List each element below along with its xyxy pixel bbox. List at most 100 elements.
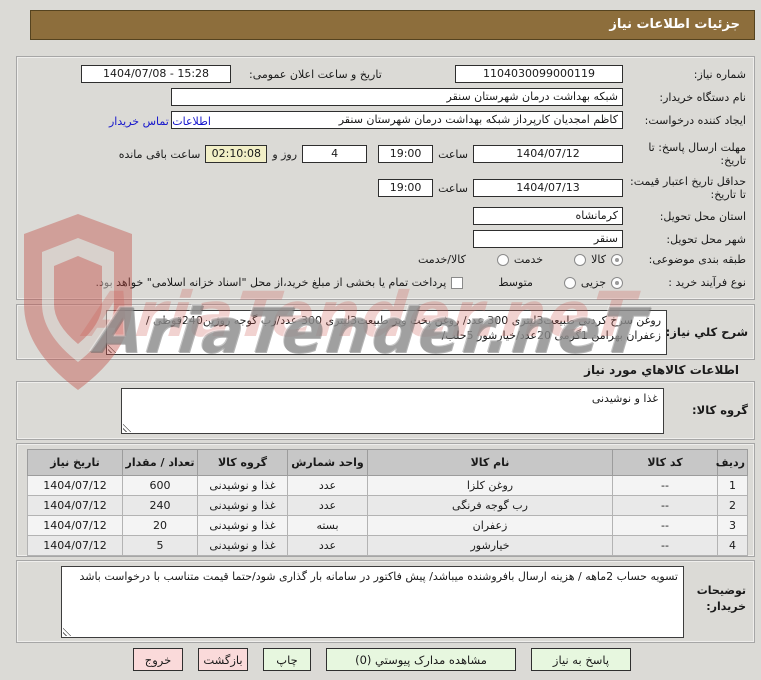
validity-row: حداقل تاریخ اعتبار قیمت: تا تاریخ: 1404/… — [25, 171, 746, 205]
respond-button[interactable]: پاسخ به نیاز — [531, 648, 631, 671]
classification-row: طبقه بندی موضوعی: کالا خدمت کالا/خدمت — [25, 253, 746, 266]
table-cell: 1404/07/12 — [27, 535, 123, 556]
creator-field[interactable]: کاظم امجدیان کارپرداز شبکه بهداشت درمان … — [171, 111, 623, 129]
validity-date-field[interactable]: 1404/07/13 — [473, 179, 623, 197]
description-label: شرح کلي نیاز: — [665, 325, 748, 339]
goods-group-text: غذا و نوشیدنی — [591, 392, 658, 405]
items-section-heading: اطلاعات کالاهاي مورد نیاز — [584, 363, 739, 377]
deadline-label: مهلت ارسال پاسخ: تا تاریخ: — [648, 141, 746, 167]
table-cell: زعفران — [367, 515, 613, 536]
radio-goods-label: کالا — [591, 253, 606, 266]
province-label: استان محل تحویل: — [659, 209, 746, 223]
buyer-notes-label: توضیحات خریدار: — [696, 584, 746, 613]
deadline-hour-label: ساعت — [438, 147, 468, 161]
treasury-docs-checkbox[interactable] — [451, 276, 464, 289]
validity-hour-field[interactable]: 19:00 — [378, 179, 434, 197]
radio-goods-service[interactable] — [496, 253, 509, 266]
table-cell: 5 — [122, 535, 198, 556]
buyer-notes-panel: توضیحات خریدار: تسویه حساب 2ماهه / هزینه… — [16, 560, 755, 643]
table-header-cell: نام کالا — [367, 449, 613, 476]
table-cell: -- — [612, 495, 718, 516]
table-cell: -- — [612, 535, 718, 556]
description-panel: شرح کلي نیاز: روغن سرخ کردنی طبیعت3لیتری… — [16, 304, 755, 360]
deadline-row: مهلت ارسال پاسخ: تا تاریخ: 1404/07/12 سا… — [25, 137, 746, 171]
deadline-hour-field[interactable]: 19:00 — [378, 145, 434, 163]
resize-grip-icon[interactable] — [108, 344, 117, 353]
description-textarea[interactable]: روغن سرخ کردنی طبیعت3لیتری 300 عدد/ روغن… — [106, 310, 667, 355]
table-cell: 3 — [717, 515, 748, 536]
buyer-org-row: نام دستگاه خریدار: شبکه بهداشت درمان شهر… — [25, 88, 746, 106]
view-attachments-button[interactable]: مشاهده مدارک پیوستي (0) — [326, 648, 516, 671]
announce-datetime-field: 1404/07/08 - 15:28 — [81, 65, 231, 83]
table-cell: عدد — [287, 495, 368, 516]
table-header-cell: ردیف — [716, 449, 748, 476]
creator-label: ایجاد کننده درخواست: — [644, 113, 746, 127]
city-field[interactable]: سنقر — [473, 230, 623, 248]
table-cell: 1404/07/12 — [27, 475, 123, 496]
city-row: شهر محل تحویل: سنقر — [25, 230, 746, 248]
buyer-contact-link[interactable]: اطلاعات تماس خریدار — [109, 115, 211, 128]
print-button[interactable]: چاپ — [263, 648, 311, 671]
items-table: ردیف کد کالا نام کالا واحد شمارش گروه کالا تع… — [27, 449, 748, 556]
radio-medium[interactable] — [563, 276, 576, 289]
province-row: استان محل تحویل: کرمانشاه — [25, 207, 746, 225]
radio-service-label: خدمت — [513, 253, 544, 266]
table-cell: غذا و نوشیدنی — [197, 475, 288, 496]
announce-group: تاریخ و ساعت اعلان عمومی: 1404/07/08 - 1… — [81, 65, 382, 83]
page: جزئیات اطلاعات نیاز شماره نیاز: 11040300… — [0, 0, 761, 680]
table-header-cell: تاریخ نیاز — [27, 449, 123, 476]
buyer-org-label: نام دستگاه خریدار: — [659, 90, 746, 104]
buyer-notes-textarea[interactable]: تسویه حساب 2ماهه / هزینه ارسال بافروشنده… — [61, 566, 684, 638]
table-header-cell: گروه کالا — [197, 449, 288, 476]
validity-hour-label: ساعت — [438, 181, 468, 195]
table-body: 1 -- روغن کلزا عدد غذا و نوشیدنی 600 1404/07/1… — [27, 475, 748, 556]
table-row: 4 -- خیارشور عدد غذا و نوشیدنی 5 1404/07/12 — [27, 535, 748, 556]
goods-group-label: گروه کالا: — [692, 403, 748, 417]
need-number-field[interactable]: 1104030099000119 — [455, 65, 623, 83]
table-cell: بسته — [287, 515, 368, 536]
table-cell: 1 — [717, 475, 748, 496]
table-cell: 2 — [717, 495, 748, 516]
action-button-bar: پاسخ به نیاز مشاهده مدارک پیوستي (0) چاپ… — [133, 648, 631, 671]
process-type-row: نوع فرآیند خرید : جزیی متوسط پرداخت تمام… — [25, 276, 746, 289]
resize-grip-icon[interactable] — [123, 423, 132, 432]
table-cell: -- — [612, 515, 718, 536]
table-cell: خیارشور — [367, 535, 613, 556]
table-header-row: ردیف کد کالا نام کالا واحد شمارش گروه کالا تع… — [27, 449, 748, 476]
table-cell: غذا و نوشیدنی — [197, 535, 288, 556]
resize-grip-icon[interactable] — [63, 627, 72, 636]
province-field[interactable]: کرمانشاه — [473, 207, 623, 225]
treasury-docs-label: پرداخت تمام یا بخشی از مبلغ خرید،از محل … — [95, 276, 447, 289]
table-cell: غذا و نوشیدنی — [197, 495, 288, 516]
deadline-date-field[interactable]: 1404/07/12 — [473, 145, 623, 163]
announce-label: تاریخ و ساعت اعلان عمومی: — [249, 67, 382, 81]
radio-minor-label: جزیی — [580, 276, 606, 289]
buyer-org-field[interactable]: شبکه بهداشت درمان شهرستان سنقر — [171, 88, 623, 106]
table-cell: 600 — [122, 475, 198, 496]
radio-goods-service-label: کالا/خدمت — [418, 253, 466, 266]
countdown-label: ساعت باقی مانده — [118, 147, 201, 161]
table-row: 3 -- زعفران بسته غذا و نوشیدنی 20 1404/07/12 — [27, 515, 748, 536]
city-label: شهر محل تحویل: — [666, 232, 746, 246]
description-text: روغن سرخ کردنی طبیعت3لیتری 300 عدد/ روغن… — [145, 314, 661, 342]
table-header-cell: واحد شمارش — [287, 449, 368, 476]
table-row: 1 -- روغن کلزا عدد غذا و نوشیدنی 600 1404/07/1… — [27, 475, 748, 496]
buyer-notes-text: تسویه حساب 2ماهه / هزینه ارسال بافروشنده… — [79, 570, 678, 583]
back-button[interactable]: بازگشت — [198, 648, 248, 671]
radio-medium-label: متوسط — [498, 276, 533, 289]
radio-goods[interactable] — [611, 253, 623, 266]
table-header-cell: کد کالا — [612, 449, 718, 476]
radio-service[interactable] — [574, 253, 587, 266]
classification-label: طبقه بندی موضوعی: — [648, 253, 746, 266]
table-cell: رب گوجه فرنگی — [367, 495, 613, 516]
items-table-panel: ردیف کد کالا نام کالا واحد شمارش گروه کالا تع… — [16, 443, 755, 557]
radio-minor[interactable] — [611, 276, 623, 289]
exit-button[interactable]: خروج — [133, 648, 183, 671]
table-cell: -- — [612, 475, 718, 496]
goods-group-textarea[interactable]: غذا و نوشیدنی — [121, 388, 664, 434]
validity-label: حداقل تاریخ اعتبار قیمت: تا تاریخ: — [630, 175, 746, 201]
table-cell: روغن کلزا — [367, 475, 613, 496]
process-type-label: نوع فرآیند خرید : — [668, 276, 746, 289]
need-info-panel: شماره نیاز: 1104030099000119 تاریخ و ساع… — [16, 56, 755, 300]
table-cell: عدد — [287, 475, 368, 496]
